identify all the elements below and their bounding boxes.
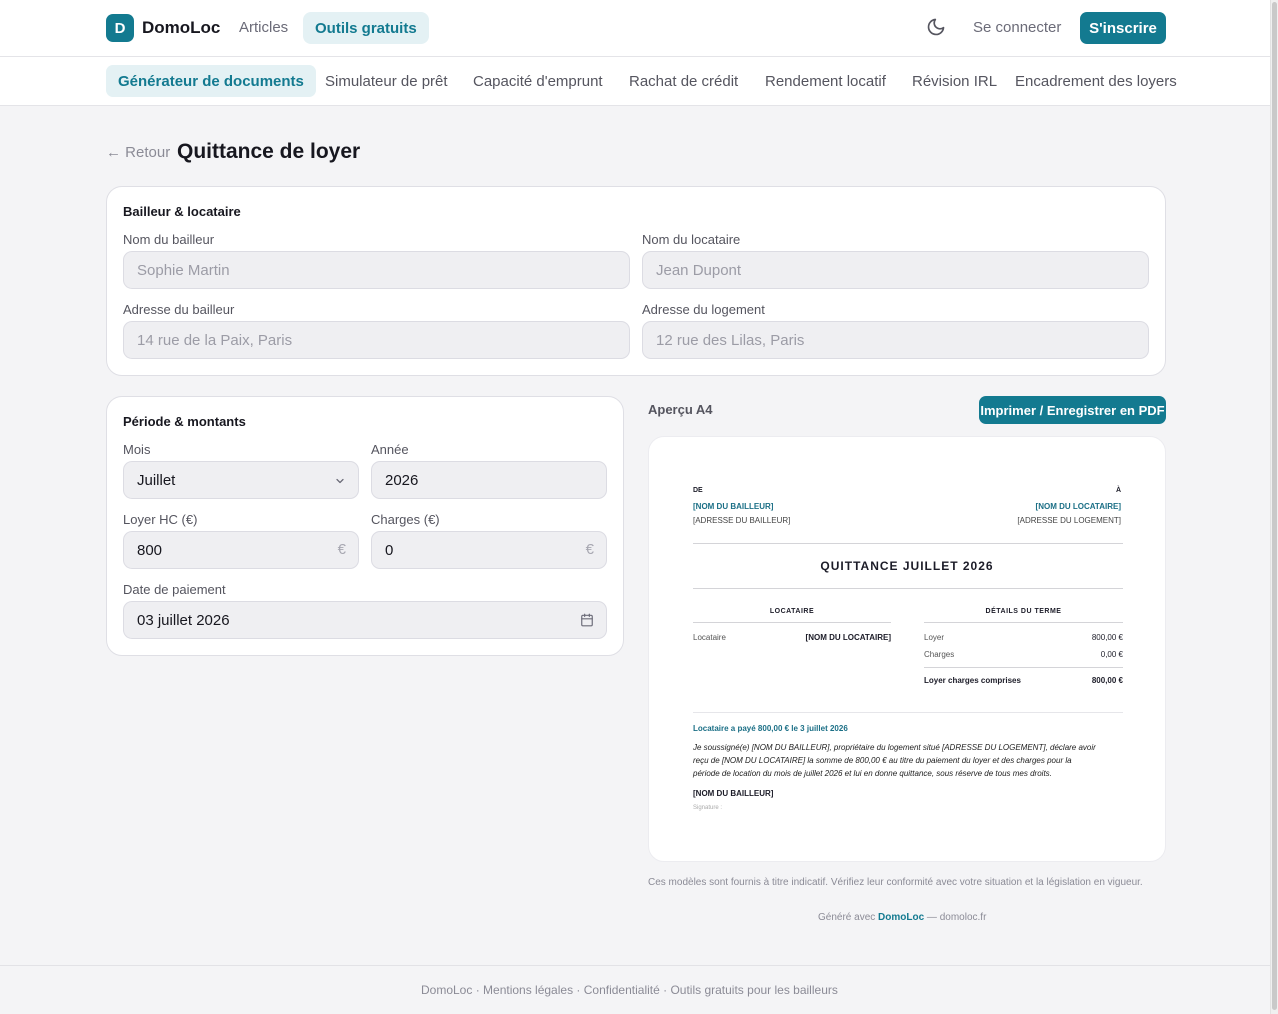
doc-body-line: reçu de [NOM DU LOCATAIRE] la somme de 8… bbox=[693, 756, 1072, 765]
doc-title: QUITTANCE JUILLET 2026 bbox=[820, 559, 994, 573]
doc-housing-address: [ADRESSE DU LOGEMENT] bbox=[1017, 516, 1121, 525]
parties-card-title: Bailleur & locataire bbox=[123, 204, 241, 219]
a4-preview: DE À [NOM DU BAILLEUR] [NOM DU LOCATAIRE… bbox=[648, 436, 1166, 862]
subnav-item-rental-yield[interactable]: Rendement locatif bbox=[765, 65, 886, 97]
scrollbar-thumb[interactable] bbox=[1272, 2, 1277, 1010]
signup-button[interactable]: S'inscrire bbox=[1080, 12, 1166, 44]
doc-to-label: À bbox=[1115, 487, 1121, 494]
generated-with: Généré avec DomoLoc — domoloc.fr bbox=[818, 912, 986, 923]
month-value: Juillet bbox=[137, 471, 176, 489]
doc-divider bbox=[693, 712, 1123, 713]
doc-total-value: 800,00 € bbox=[1091, 676, 1123, 685]
payment-date-label: Date de paiement bbox=[123, 582, 226, 597]
housing-address-label: Adresse du logement bbox=[642, 302, 765, 317]
payment-date-value: 03 juillet 2026 bbox=[137, 611, 230, 629]
landlord-address-label: Adresse du bailleur bbox=[123, 302, 235, 317]
tools-subnav: Générateur de documents Simulateur de pr… bbox=[0, 57, 1270, 106]
period-card: Période & montants Mois Juillet Année 20… bbox=[106, 396, 624, 656]
doc-divider bbox=[924, 667, 1123, 668]
landlord-name-input[interactable]: Sophie Martin bbox=[123, 251, 630, 289]
euro-suffix: € bbox=[585, 541, 594, 558]
charges-label: Charges (€) bbox=[371, 512, 440, 527]
subnav-item-credit-buyback[interactable]: Rachat de crédit bbox=[629, 65, 738, 97]
doc-from-label: DE bbox=[693, 487, 703, 494]
back-link[interactable]: ← Retour bbox=[106, 144, 170, 161]
doc-tenant-row-value: [NOM DU LOCATAIRE] bbox=[805, 633, 891, 642]
generated-prefix: Généré avec bbox=[818, 912, 879, 923]
brand-name[interactable]: DomoLoc bbox=[142, 18, 220, 38]
nav-tools-link[interactable]: Outils gratuits bbox=[303, 12, 429, 44]
doc-divider bbox=[924, 622, 1123, 623]
login-link[interactable]: Se connecter bbox=[973, 19, 1061, 36]
generated-suffix: — domoloc.fr bbox=[924, 912, 987, 923]
euro-suffix: € bbox=[337, 541, 346, 558]
landlord-address-input[interactable]: 14 rue de la Paix, Paris bbox=[123, 321, 630, 359]
charges-input[interactable]: 0 € bbox=[371, 531, 607, 569]
subnav-item-borrowing-capacity[interactable]: Capacité d'emprunt bbox=[473, 65, 603, 97]
doc-divider bbox=[693, 622, 891, 623]
tenant-name-input[interactable]: Jean Dupont bbox=[642, 251, 1149, 289]
doc-signature-label: Signature : bbox=[693, 805, 723, 811]
print-pdf-button[interactable]: Imprimer / Enregistrer en PDF bbox=[979, 396, 1166, 424]
moon-icon[interactable] bbox=[926, 17, 946, 37]
doc-body-line: période de location du mois de juillet 2… bbox=[693, 769, 1052, 778]
nav-articles-link[interactable]: Articles bbox=[239, 19, 288, 36]
subnav-item-rent-control[interactable]: Encadrement des loyers bbox=[1015, 65, 1177, 97]
subnav-item-irl-revision[interactable]: Révision IRL bbox=[912, 65, 997, 97]
doc-landlord-address: [ADRESSE DU BAILLEUR] bbox=[693, 516, 791, 525]
top-navbar: D DomoLoc Articles Outils gratuits Se co… bbox=[0, 0, 1270, 57]
doc-rent-value: 800,00 € bbox=[1091, 633, 1123, 642]
doc-divider bbox=[693, 588, 1123, 589]
logo-mark[interactable]: D bbox=[106, 14, 134, 42]
period-card-title: Période & montants bbox=[123, 414, 246, 429]
doc-tenant-name: [NOM DU LOCATAIRE] bbox=[1035, 502, 1121, 511]
scrollbar[interactable] bbox=[1270, 0, 1278, 1014]
subnav-item-document-generator[interactable]: Générateur de documents bbox=[106, 65, 316, 97]
subnav-item-loan-simulator[interactable]: Simulateur de prêt bbox=[325, 65, 448, 97]
chevron-down-icon bbox=[336, 478, 344, 484]
year-input[interactable]: 2026 bbox=[371, 461, 607, 499]
month-select[interactable]: Juillet bbox=[123, 461, 359, 499]
rent-input[interactable]: 800 € bbox=[123, 531, 359, 569]
doc-col-details: DÉTAILS DU TERME bbox=[985, 608, 1062, 615]
housing-address-input[interactable]: 12 rue des Lilas, Paris bbox=[642, 321, 1149, 359]
doc-body-line: Je soussigné(e) [NOM DU BAILLEUR], propr… bbox=[693, 743, 1096, 752]
footer-divider bbox=[0, 965, 1270, 966]
doc-paid-line: Locataire a payé 800,00 € le 3 juillet 2… bbox=[693, 724, 848, 733]
year-label: Année bbox=[371, 442, 409, 457]
tenant-name-label: Nom du locataire bbox=[642, 232, 741, 247]
payment-date-input[interactable]: 03 juillet 2026 bbox=[123, 601, 607, 639]
doc-charges-value: 0,00 € bbox=[1100, 650, 1123, 659]
doc-signer: [NOM DU BAILLEUR] bbox=[693, 789, 774, 798]
calendar-icon[interactable] bbox=[580, 613, 594, 627]
charges-value: 0 bbox=[385, 541, 394, 559]
parties-card: Bailleur & locataire Nom du bailleur Sop… bbox=[106, 186, 1166, 376]
page-title: Quittance de loyer bbox=[177, 140, 361, 163]
rent-value: 800 bbox=[137, 541, 163, 559]
doc-divider bbox=[693, 543, 1123, 544]
generated-brand-link[interactable]: DomoLoc bbox=[878, 912, 924, 923]
doc-landlord-name: [NOM DU BAILLEUR] bbox=[693, 502, 774, 511]
landlord-name-label: Nom du bailleur bbox=[123, 232, 215, 247]
month-label: Mois bbox=[123, 442, 151, 457]
disclaimer-text: Ces modèles sont fournis à titre indicat… bbox=[648, 877, 1143, 888]
footer-links[interactable]: DomoLoc · Mentions légales · Confidentia… bbox=[421, 983, 838, 997]
rent-label: Loyer HC (€) bbox=[123, 512, 198, 527]
preview-label: Aperçu A4 bbox=[648, 402, 713, 417]
doc-col-tenant: LOCATAIRE bbox=[769, 608, 815, 615]
